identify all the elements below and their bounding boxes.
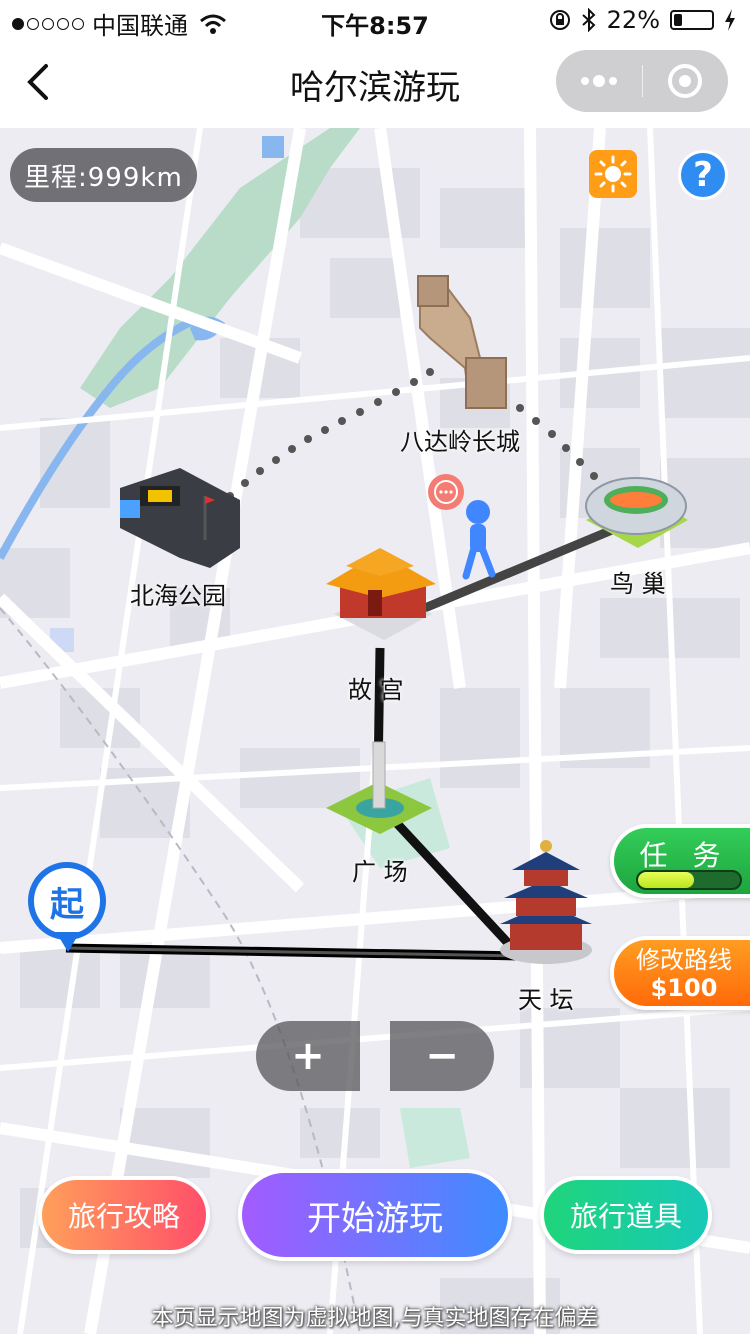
map-disclaimer: 本页显示地图为虚拟地图,与真实地图存在偏差 — [151, 1306, 599, 1331]
label-forbidden-city[interactable]: 故 宫 — [348, 670, 404, 705]
sun-icon — [594, 155, 632, 193]
battery-icon — [670, 10, 714, 30]
close-mini-program-button[interactable] — [643, 50, 729, 112]
task-button[interactable]: 任 务 — [610, 824, 750, 898]
navigation-bar: 哈尔滨游玩 — [0, 40, 750, 128]
label-birds-nest[interactable]: 鸟 巢 — [610, 564, 666, 599]
more-options-button[interactable] — [556, 50, 642, 112]
label-beihai-park[interactable]: 北海公园 — [130, 576, 226, 611]
battery-percent: 22% — [606, 6, 660, 34]
zoom-out-button[interactable]: − — [390, 1021, 494, 1091]
mini-program-capsule — [556, 50, 728, 112]
status-bar: 中国联通 下午8:57 22% — [0, 0, 750, 40]
traveler-avatar-icon — [462, 500, 496, 580]
target-icon — [668, 64, 703, 98]
map-background — [0, 128, 750, 1334]
modify-route-button[interactable]: 修改路线 $100 — [610, 936, 750, 1010]
help-button[interactable]: ? — [678, 150, 728, 200]
start-play-button[interactable]: 开始游玩 — [238, 1169, 512, 1261]
chat-bubble-icon — [428, 474, 464, 510]
zoom-in-button[interactable]: + — [256, 1021, 360, 1091]
charging-icon — [725, 9, 735, 31]
start-marker-label: 起 — [28, 862, 106, 940]
mileage-badge: 里程:999km — [10, 148, 197, 202]
modify-route-label: 修改路线 — [636, 946, 732, 974]
modify-route-price: $100 — [650, 974, 718, 1002]
label-temple-of-heaven[interactable]: 天 坛 — [518, 980, 574, 1015]
travel-guide-button[interactable]: 旅行攻略 — [38, 1176, 210, 1254]
travel-items-button[interactable]: 旅行道具 — [540, 1176, 712, 1254]
map-view[interactable]: 里程:999km ? 八达岭长城 北海公园 鸟 巢 故 宫 广 场 天 坛 起 … — [0, 128, 750, 1334]
label-square[interactable]: 广 场 — [352, 852, 408, 887]
label-great-wall[interactable]: 八达岭长城 — [400, 422, 520, 457]
rotation-lock-icon — [549, 10, 570, 30]
task-progress-bar — [636, 870, 742, 890]
start-location-pin[interactable]: 起 — [28, 862, 108, 958]
task-label: 任 务 — [639, 839, 729, 872]
bluetooth-icon — [581, 8, 596, 32]
weather-toggle-button[interactable] — [589, 150, 637, 198]
